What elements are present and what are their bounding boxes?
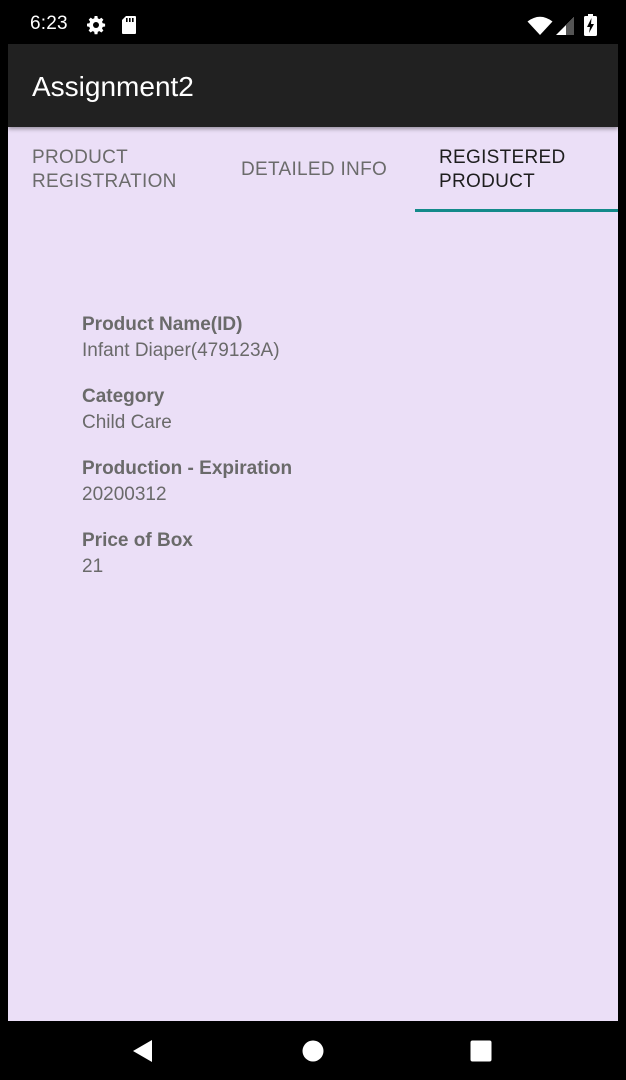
status-time: 6:23 xyxy=(30,13,68,34)
tab-detailed-info[interactable]: DETAILED INFO xyxy=(241,127,411,213)
product-name-label: Product Name(ID) xyxy=(82,314,243,335)
price-label: Price of Box xyxy=(82,530,193,551)
tab-label-line2: REGISTRATION xyxy=(32,171,177,192)
product-name-value: Infant Diaper(479123A) xyxy=(82,340,280,361)
price-field: Price of Box 21 xyxy=(82,528,292,600)
tab-label-line1: PRODUCT xyxy=(32,147,129,168)
product-details: Product Name(ID) Infant Diaper(479123A) … xyxy=(82,312,292,600)
status-bar: 6:23 xyxy=(0,0,626,44)
tab-label-line1: REGISTERED xyxy=(439,147,566,168)
category-field: Category Child Care xyxy=(82,384,292,456)
tab-label-line2: PRODUCT xyxy=(439,171,536,192)
gear-icon xyxy=(86,15,106,40)
category-label: Category xyxy=(82,386,165,407)
home-icon[interactable] xyxy=(283,1021,343,1080)
tab-product-registration[interactable]: PRODUCT REGISTRATION xyxy=(32,127,212,213)
app-bar: Assignment2 xyxy=(8,44,618,127)
app-title: Assignment2 xyxy=(32,71,194,102)
back-icon[interactable] xyxy=(112,1021,172,1080)
tab-registered-product[interactable]: REGISTERED PRODUCT xyxy=(439,127,609,213)
production-expiration-value: 20200312 xyxy=(82,484,167,505)
production-expiration-field: Production - Expiration 20200312 xyxy=(82,456,292,528)
price-value: 21 xyxy=(82,556,104,577)
app-window: Assignment2 PRODUCT REGISTRATION DETAILE… xyxy=(8,44,618,1021)
navigation-bar xyxy=(0,1021,626,1080)
cell-signal-icon xyxy=(555,16,575,41)
recents-icon[interactable] xyxy=(451,1021,511,1080)
product-name-field: Product Name(ID) Infant Diaper(479123A) xyxy=(82,312,292,384)
production-expiration-label: Production - Expiration xyxy=(82,458,293,479)
wifi-icon xyxy=(527,16,553,41)
sd-card-icon xyxy=(121,15,137,40)
category-value: Child Care xyxy=(82,412,172,433)
battery-charging-icon xyxy=(584,14,597,41)
tab-bar: PRODUCT REGISTRATION DETAILED INFO REGIS… xyxy=(8,127,618,213)
tab-indicator xyxy=(415,209,618,212)
tab-label-line1: DETAILED INFO xyxy=(241,159,388,180)
